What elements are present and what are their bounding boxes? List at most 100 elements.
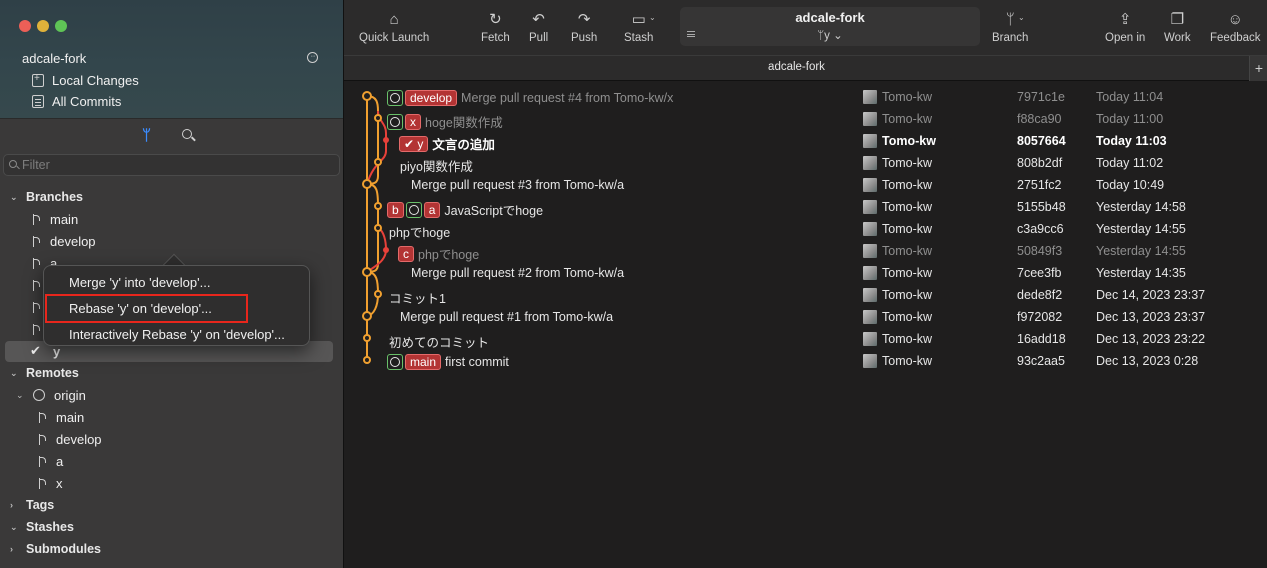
sidebar-remote-branch-develop[interactable]: develop: [38, 430, 102, 448]
commit-row[interactable]: コミット1 Tomo-kw dede8f2 Dec 14, 2023 23:37: [344, 284, 1267, 306]
commit-author-name: Tomo-kw: [882, 90, 933, 104]
commit-author-name: Tomo-kw: [882, 178, 933, 192]
branch-tag-x[interactable]: x: [405, 113, 421, 130]
sidebar-branch-develop[interactable]: develop: [32, 232, 96, 250]
commit-message: phpでhoge: [418, 248, 480, 262]
zoom-window-button[interactable]: [55, 20, 67, 32]
branches-tab-icon[interactable]: ᛘ: [142, 127, 151, 144]
commit-row[interactable]: main first commit Tomo-kw 93c2aa5 Dec 13…: [344, 350, 1267, 372]
commit-date: Yesterday 14:35: [1096, 266, 1186, 280]
ref-tags: x: [387, 113, 421, 130]
commit-date: Today 10:49: [1096, 178, 1165, 192]
commit-message: Merge pull request #3 from Tomo-kw/a: [411, 178, 625, 192]
close-window-button[interactable]: [19, 20, 31, 32]
stash-icon: ▭: [631, 11, 646, 28]
branch-label: x: [56, 475, 63, 491]
sidebar-remote-branch-main[interactable]: main: [38, 408, 84, 426]
commit-author: Tomo-kw: [863, 288, 932, 302]
commit-author-name: Tomo-kw: [882, 200, 933, 214]
more-options-icon[interactable]: ···: [307, 52, 318, 63]
fetch-button[interactable]: ↻ Fetch: [481, 10, 510, 44]
commit-author-name: Tomo-kw: [882, 134, 936, 148]
commit-row[interactable]: 初めてのコミット Tomo-kw 16add18 Dec 13, 2023 23…: [344, 328, 1267, 350]
section-remotes[interactable]: ⌄ Remotes: [10, 364, 79, 382]
commit-row[interactable]: piyo関数作成 Tomo-kw 808b2df Today 11:02: [344, 152, 1267, 174]
stash-dropdown-chevron-icon[interactable]: ⌄: [649, 13, 656, 22]
current-branch-indicator[interactable]: ᛘy ⌄: [680, 28, 980, 42]
quick-launch-button[interactable]: ⌂ Quick Launch: [359, 10, 429, 44]
section-submodules[interactable]: › Submodules: [10, 540, 101, 558]
commit-row[interactable]: Merge pull request #2 from Tomo-kw/a Tom…: [344, 262, 1267, 284]
commit-row[interactable]: x hoge関数作成 Tomo-kw f88ca90 Today 11:00: [344, 108, 1267, 130]
sidebar-remote-branch-a[interactable]: a: [38, 452, 63, 470]
avatar: [863, 332, 877, 346]
sidebar-remote-origin[interactable]: ⌄ origin: [16, 386, 86, 404]
menu-item-interactive-rebase[interactable]: Interactively Rebase 'y' on 'develop'...: [69, 325, 285, 345]
commit-message: Merge pull request #4 from Tomo-kw/x: [461, 91, 674, 105]
push-button[interactable]: ↷ Push: [571, 10, 597, 44]
branch-icon: [32, 257, 41, 270]
branch-tag-y[interactable]: ✔ y: [399, 135, 429, 152]
repository-name: adcale-fork: [22, 51, 87, 66]
search-tab-icon[interactable]: [182, 129, 192, 139]
sidebar-remote-branch-x[interactable]: x: [38, 474, 63, 492]
feedback-button[interactable]: ☺ Feedback: [1210, 10, 1261, 44]
commit-author: Tomo-kw: [863, 156, 932, 170]
commit-hash: 8057664: [1017, 134, 1066, 148]
new-tab-button[interactable]: +: [1249, 56, 1267, 81]
commit-author-name: Tomo-kw: [882, 354, 933, 368]
commit-author: Tomo-kw: [863, 222, 932, 236]
menu-item-merge[interactable]: Merge 'y' into 'develop'...: [69, 273, 210, 293]
branch-dropdown-chevron-icon[interactable]: ⌄: [1018, 13, 1025, 22]
nav-local-changes-label: Local Changes: [52, 72, 139, 88]
filter-input[interactable]: [22, 157, 322, 173]
commit-row[interactable]: phpでhoge Tomo-kw c3a9cc6 Yesterday 14:55: [344, 218, 1267, 240]
section-branches-label: Branches: [26, 190, 83, 204]
commit-hash: f88ca90: [1017, 112, 1062, 126]
section-tags[interactable]: › Tags: [10, 496, 54, 514]
commit-author-name: Tomo-kw: [882, 310, 933, 324]
nav-local-changes[interactable]: Local Changes: [32, 71, 139, 89]
open-in-button[interactable]: ⇪ Open in: [1105, 10, 1145, 44]
commit-author-name: Tomo-kw: [882, 288, 933, 302]
avatar: [863, 266, 877, 280]
commit-author-name: Tomo-kw: [882, 266, 933, 280]
nav-all-commits[interactable]: All Commits: [32, 92, 121, 110]
avatar: [863, 222, 877, 236]
commit-row[interactable]: develop Merge pull request #4 from Tomo-…: [344, 86, 1267, 108]
commit-row[interactable]: Merge pull request #3 from Tomo-kw/a Tom…: [344, 174, 1267, 196]
tab-repository[interactable]: adcale-fork: [344, 61, 1249, 73]
commit-row-head[interactable]: ✔ y 文言の追加 Tomo-kw 8057664 Today 11:03: [344, 130, 1267, 152]
commit-row[interactable]: Merge pull request #1 from Tomo-kw/a Tom…: [344, 306, 1267, 328]
checkmark-icon: ✔: [30, 343, 41, 358]
section-stashes[interactable]: ⌄ Stashes: [10, 518, 74, 536]
commit-hash: 2751fc2: [1017, 178, 1062, 192]
pull-button[interactable]: ↶ Pull: [529, 10, 548, 44]
branch-label: Branch: [992, 32, 1029, 44]
commit-message-cell: main first commit: [387, 354, 509, 370]
commit-date: Dec 13, 2023 0:28: [1096, 354, 1199, 368]
commit-date: Today 11:02: [1096, 156, 1164, 170]
section-tags-label: Tags: [26, 498, 55, 512]
repository-title-box[interactable]: adcale-fork ᛘy ⌄: [680, 7, 980, 46]
stash-label: Stash: [624, 32, 654, 44]
minimize-window-button[interactable]: [37, 20, 49, 32]
commit-hash: c3a9cc6: [1017, 222, 1064, 236]
avatar: [863, 244, 877, 258]
branch-tag-c[interactable]: c: [398, 245, 414, 262]
branch-tag-b[interactable]: b: [387, 201, 404, 218]
filter-field[interactable]: [3, 154, 340, 176]
branch-tag-main[interactable]: main: [405, 354, 442, 370]
ref-tags: main: [387, 354, 442, 370]
section-branches[interactable]: ⌄ Branches: [10, 188, 83, 206]
commit-message-cell: Merge pull request #3 from Tomo-kw/a: [411, 178, 624, 192]
folder-icon: ⌂: [389, 11, 399, 28]
commit-row[interactable]: c phpでhoge Tomo-kw 50849f3 Yesterday 14:…: [344, 240, 1267, 262]
branch-tag-a[interactable]: a: [423, 201, 441, 218]
work-button[interactable]: ❐ Work: [1164, 10, 1191, 44]
branch-icon: ᛘ: [1005, 11, 1015, 28]
commit-date: Today 11:03: [1096, 134, 1167, 148]
branch-tag-develop[interactable]: develop: [405, 90, 458, 106]
commit-row[interactable]: b a JavaScriptでhoge Tomo-kw 5155b48 Yest…: [344, 196, 1267, 218]
sidebar-branch-main[interactable]: main: [32, 210, 78, 228]
